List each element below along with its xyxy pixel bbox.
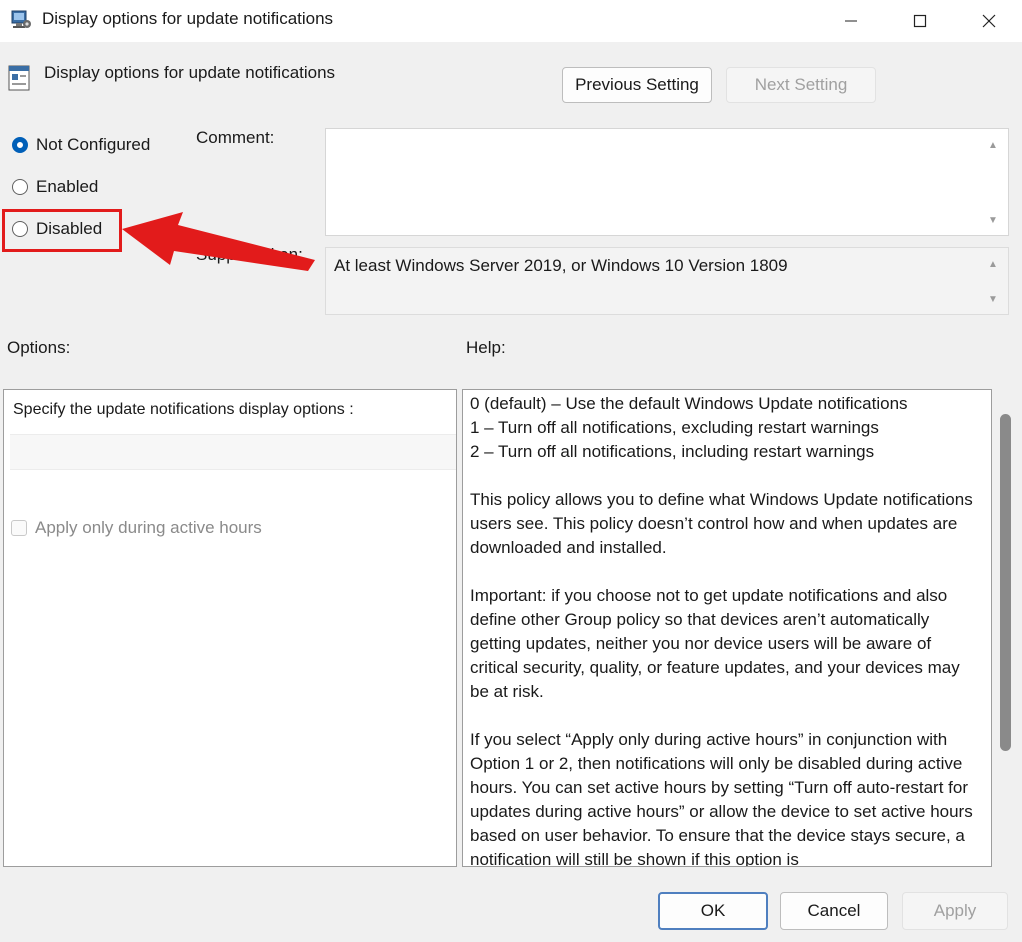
supported-on-value: At least Windows Server 2019, or Windows… (334, 256, 788, 275)
supported-on-box: At least Windows Server 2019, or Windows… (325, 247, 1009, 315)
help-line: 0 (default) – Use the default Windows Up… (470, 394, 908, 413)
checkbox-box (11, 520, 27, 536)
scroll-up-icon[interactable]: ▲ (986, 258, 1000, 270)
help-paragraph: Important: if you choose not to get upda… (470, 586, 960, 701)
annotation-arrow-icon (122, 212, 315, 271)
previous-setting-button[interactable]: Previous Setting (562, 67, 712, 103)
help-heading: Help: (466, 338, 506, 357)
help-text: 0 (default) – Use the default Windows Up… (470, 392, 982, 866)
options-panel: Specify the update notifications display… (3, 389, 457, 867)
radio-label: Enabled (36, 177, 99, 196)
maximize-button[interactable] (897, 0, 943, 42)
radio-indicator (12, 179, 28, 195)
comment-label: Comment: (196, 128, 275, 147)
apply-button[interactable]: Apply (902, 892, 1008, 930)
comment-textarea[interactable]: ▲ ▼ (325, 128, 1009, 236)
minimize-icon (845, 20, 857, 22)
radio-enabled[interactable]: Enabled (12, 175, 98, 199)
close-button[interactable] (966, 0, 1012, 42)
annotation-highlight-box (2, 209, 122, 252)
close-icon (982, 14, 996, 28)
radio-label: Not Configured (36, 135, 151, 154)
display-options-dropdown[interactable] (10, 434, 456, 470)
help-paragraph: If you select “Apply only during active … (470, 730, 973, 866)
help-paragraph: This policy allows you to define what Wi… (470, 490, 973, 557)
next-setting-button[interactable]: Next Setting (726, 67, 876, 103)
cancel-button[interactable]: Cancel (780, 892, 888, 930)
help-scrollbar[interactable] (995, 389, 1017, 867)
checkbox-label: Apply only during active hours (35, 518, 262, 537)
radio-indicator-checked (12, 137, 28, 153)
scroll-down-icon[interactable]: ▼ (986, 214, 1000, 226)
options-heading: Options: (7, 338, 71, 357)
maximize-icon (913, 14, 927, 28)
policy-title: Display options for update notifications (44, 63, 336, 82)
help-line: 2 – Turn off all notifications, includin… (470, 442, 875, 461)
scroll-down-icon[interactable]: ▼ (986, 293, 1000, 305)
window-title: Display options for update notifications (42, 9, 334, 28)
policy-setting-icon (8, 64, 32, 92)
radio-not-configured[interactable]: Not Configured (12, 133, 150, 157)
scrollbar-thumb[interactable] (1000, 414, 1011, 751)
help-line: 1 – Turn off all notifications, excludin… (470, 418, 879, 437)
scroll-up-icon[interactable]: ▲ (986, 139, 1000, 151)
minimize-button[interactable] (828, 0, 874, 42)
group-policy-icon (9, 9, 33, 31)
ok-button[interactable]: OK (658, 892, 768, 930)
active-hours-checkbox[interactable]: Apply only during active hours (11, 518, 262, 538)
specify-options-label: Specify the update notifications display… (13, 401, 354, 418)
